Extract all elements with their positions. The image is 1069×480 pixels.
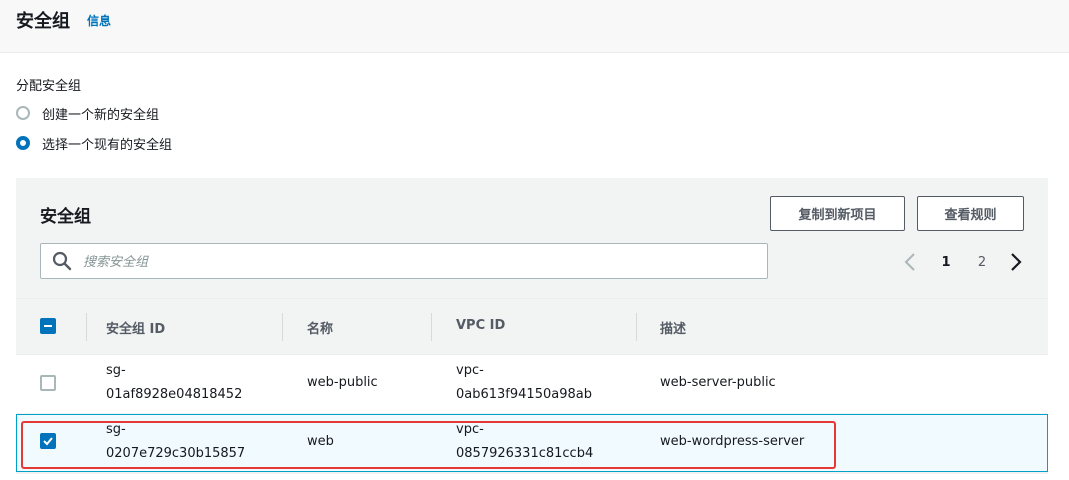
column-header-name[interactable]: 名称 <box>307 318 333 337</box>
page-header: 安全组 信息 <box>0 0 1069 53</box>
next-page-button[interactable] <box>1006 250 1026 274</box>
column-divider <box>86 313 87 341</box>
row-checkbox[interactable] <box>40 375 56 391</box>
column-header-description[interactable]: 描述 <box>660 318 686 337</box>
security-group-name: web <box>307 434 334 449</box>
search-box[interactable] <box>40 243 768 280</box>
column-divider <box>282 313 283 341</box>
radio-label: 选择一个现有的安全组 <box>42 137 173 153</box>
radio-select-existing[interactable]: 选择一个现有的安全组 <box>16 133 172 153</box>
security-group-panel: 安全组 复制到新项目 查看规则 1 2 安全组 ID 名称 VPC ID <box>16 178 1048 474</box>
security-group-description: web-wordpress-server <box>660 434 805 449</box>
radio-create-new[interactable]: 创建一个新的安全组 <box>16 103 159 123</box>
checkbox-indeterminate-icon <box>44 325 52 327</box>
row-checkbox-checked[interactable] <box>40 433 56 449</box>
table-row[interactable]: sg- 01af8928e04818452 web-public vpc- 0ab6… <box>16 355 1048 413</box>
page-title: 安全组 <box>16 11 70 32</box>
checkmark-icon <box>43 437 53 446</box>
previous-page-button[interactable] <box>900 250 920 274</box>
column-divider <box>431 313 432 341</box>
radio-button-selected[interactable] <box>16 136 30 150</box>
page-1[interactable]: 1 <box>936 250 956 274</box>
security-group-id: sg- 01af8928e04818452 <box>106 363 243 402</box>
security-group-description: web-server-public <box>660 375 776 390</box>
radio-label: 创建一个新的安全组 <box>42 107 160 123</box>
chevron-right-icon <box>1011 253 1022 271</box>
vpc-id: vpc- 0857926331c81ccb4 <box>456 422 594 461</box>
security-group-name: web-public <box>307 375 378 390</box>
assign-security-group-label: 分配安全组 <box>16 79 82 94</box>
security-group-id: sg- 0207e729c30b15857 <box>106 422 246 461</box>
table-row-selected[interactable]: sg- 0207e729c30b15857 web vpc- 0857926331c… <box>16 414 1048 472</box>
panel-title: 安全组 <box>40 207 91 227</box>
select-all-checkbox[interactable] <box>40 318 56 334</box>
copy-to-new-button[interactable]: 复制到新项目 <box>770 196 905 231</box>
view-rules-button[interactable]: 查看规则 <box>917 196 1024 231</box>
chevron-left-icon <box>904 253 915 271</box>
column-divider <box>636 313 637 341</box>
table-header: 安全组 ID 名称 VPC ID 描述 <box>16 298 1048 355</box>
search-input[interactable] <box>81 244 755 280</box>
column-header-vpc[interactable]: VPC ID <box>456 318 505 333</box>
search-icon <box>52 251 72 271</box>
column-header-id[interactable]: 安全组 ID <box>106 318 165 337</box>
info-link[interactable]: 信息 <box>87 12 111 29</box>
vpc-id: vpc- 0ab613f94150a98ab <box>456 363 592 402</box>
radio-button[interactable] <box>16 106 30 120</box>
page-2[interactable]: 2 <box>972 250 992 274</box>
